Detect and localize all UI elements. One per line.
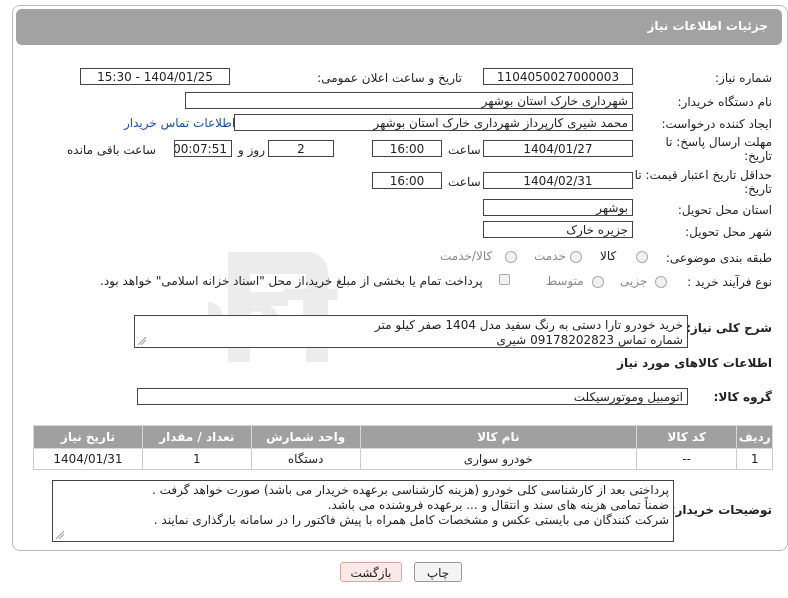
col-qty: تعداد / مقدار [141,425,252,449]
page-title: جزئیات اطلاعات نیاز [647,19,768,33]
deadline-time-label: ساعت [448,143,481,157]
process-medium-label: متوسط [546,274,584,288]
province-label: استان محل تحویل: [677,203,772,217]
description-line-1: خرید خودرو تارا دستی به رنگ سفید مدل 140… [374,318,683,332]
col-name: نام کالا [359,425,637,449]
col-code: کد کالا [635,425,738,449]
days-field: 2 [268,140,334,157]
requester-label: ایجاد کننده درخواست: [661,117,772,131]
category-label: طبقه بندی موضوعی: [665,251,772,265]
process-minor-label: جزیی [620,274,648,288]
cell-name: خودرو سواری [359,448,637,470]
category-service-label: خدمت [534,249,566,263]
need-number-label: شماره نیاز: [715,71,772,85]
cell-date: 1404/01/31 [33,448,143,470]
goods-section-title: اطلاعات کالاهای مورد نیاز [617,356,772,370]
page-header: جزئیات اطلاعات نیاز [16,9,782,45]
process-label: نوع فرآیند خرید : [687,275,772,289]
cell-code: -- [635,448,738,470]
category-goods-radio[interactable] [636,251,648,263]
buyer-notes-label: توضیحات خریدار: [670,503,772,517]
goods-table: ردیف کد کالا نام کالا واحد شمارش تعداد /… [33,425,773,470]
category-both-label: کالا/خدمت [440,249,493,263]
remaining-time-label: ساعت باقی مانده [67,143,157,157]
remaining-time-field: 00:07:51 [174,140,232,157]
buyer-notes-line-2: ضمناً تمامی هزینه های سند و انتقال و ...… [327,498,669,512]
validity-time-label: ساعت [448,175,481,189]
treasury-payment-checkbox[interactable] [499,274,510,285]
deadline-time-field: 16:00 [372,140,442,157]
announce-label: تاریخ و ساعت اعلان عمومی: [317,71,462,85]
category-both-radio[interactable] [505,251,517,263]
category-goods-label: کالا [600,249,617,263]
validity-label: حداقل تاریخ اعتبار قیمت: تا تاریخ: [634,168,772,196]
col-unit: واحد شمارش [250,425,361,449]
need-number-field: 1104050027000003 [483,68,633,85]
cell-unit: دستگاه [250,448,361,470]
resize-grip-icon[interactable] [138,337,146,345]
announce-field: 1404/01/25 - 15:30 [80,68,230,85]
description-line-2: شماره تماس 09178202823 شیری [496,333,683,347]
buyer-notes-line-3: شرکت کنندگان می بایستی عکس و مشخصات کامل… [153,513,669,527]
city-label: شهر محل تحویل: [685,225,772,239]
cell-row: 1 [736,448,773,470]
goods-group-field: اتومبیل وموتورسیکلت [137,388,688,405]
buyer-org-field: شهرداری خارک استان بوشهر [185,92,633,109]
back-button[interactable]: بازگشت [340,562,402,582]
requester-field: محمد شیری کارپرداز شهرداری خارک استان بو… [234,114,633,131]
deadline-date-field: 1404/01/27 [483,140,633,157]
goods-table-header: ردیف کد کالا نام کالا واحد شمارش تعداد /… [33,425,773,449]
print-button[interactable]: چاپ [414,562,462,582]
deadline-label: مهلت ارسال پاسخ: تا تاریخ: [665,135,772,163]
contact-info-link[interactable]: اطلاعات تماس خریدار [124,116,235,130]
treasury-payment-note: پرداخت تمام یا بخشی از مبلغ خرید،از محل … [100,274,483,288]
description-textarea: خرید خودرو تارا دستی به رنگ سفید مدل 140… [134,315,688,348]
category-service-radio[interactable] [570,251,582,263]
col-row: ردیف [736,425,773,449]
validity-date-field: 1404/02/31 [483,172,633,189]
table-row: 1 -- خودرو سواری دستگاه 1 1404/01/31 [33,448,773,470]
buyer-notes-textarea: پرداختی بعد از کارشناسی کلی خودرو (هزینه… [52,480,674,542]
process-minor-radio[interactable] [655,276,667,288]
days-label: روز و [238,143,265,157]
buyer-org-label: نام دستگاه خریدار: [677,95,773,109]
goods-group-label: گروه کالا: [713,390,772,404]
cell-qty: 1 [141,448,252,470]
province-field: بوشهر [483,199,633,216]
city-field: جزیره خارک [483,221,633,238]
description-label: شرح کلی نیاز: [686,321,772,335]
col-date: تاریخ نیاز [33,425,143,449]
buyer-notes-line-1: پرداختی بعد از کارشناسی کلی خودرو (هزینه… [151,483,669,497]
validity-time-field: 16:00 [372,172,442,189]
process-medium-radio[interactable] [592,276,604,288]
resize-grip-icon[interactable] [56,531,64,539]
